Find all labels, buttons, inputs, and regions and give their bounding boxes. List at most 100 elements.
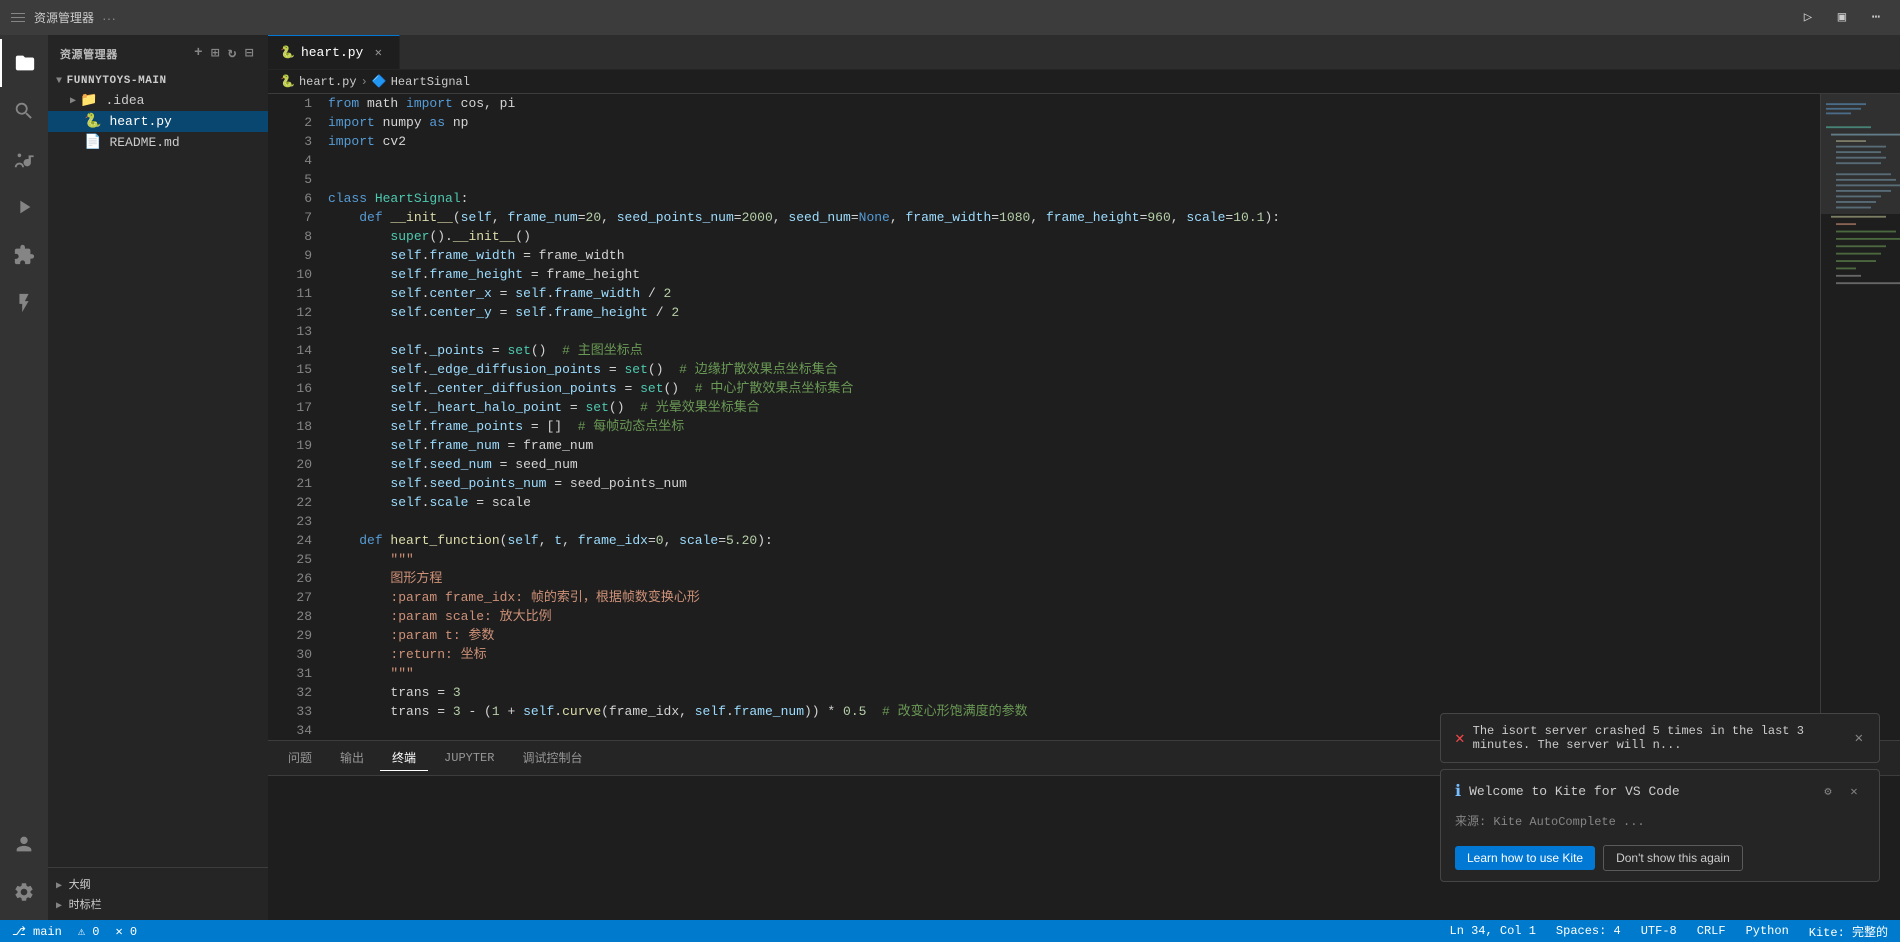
dont-show-again-button[interactable]: Don't show this again [1603,845,1743,871]
code-line-14: self._points = set() # 主图坐标点 [328,341,1820,360]
code-line-7: def __init__(self, frame_num=20, seed_po… [328,208,1820,227]
md-file-icon: 📄 [84,134,101,151]
activity-run[interactable] [0,183,48,231]
kite-info-icon: ℹ [1455,781,1461,801]
minimap-slider[interactable] [1821,94,1900,214]
kite-close-icon[interactable]: ✕ [1843,780,1865,802]
code-line-10: self.frame_height = frame_height [328,265,1820,284]
activity-bar [0,35,48,920]
notification-area: ✕ The isort server crashed 5 times in th… [1440,713,1880,882]
terminal-tab-jupyter[interactable]: JUPYTER [432,747,506,770]
activity-settings[interactable] [0,868,48,916]
status-language[interactable]: Python [1742,924,1793,938]
status-right: Ln 34, Col 1 Spaces: 4 UTF-8 CRLF Python… [1446,923,1893,940]
code-line-22: self.scale = scale [328,493,1820,512]
code-line-8: super().__init__() [328,227,1820,246]
code-content[interactable]: from math import cos, pi import numpy as… [320,94,1820,740]
sidebar-header: 资源管理器 + ⊞ ↻ ⊟ [48,35,268,72]
sidebar-title: 资源管理器 [60,46,118,62]
code-line-29: :param t: 参数 [328,626,1820,645]
code-line-15: self._edge_diffusion_points = set() # 边缘… [328,360,1820,379]
collapse-icon[interactable]: ⊟ [243,43,256,64]
sidebar-item-idea[interactable]: ▶ 📁 .idea [48,90,268,111]
error-notification-close[interactable]: ✕ [1853,728,1865,749]
code-line-4 [328,151,1820,170]
status-warnings[interactable]: ✕ 0 [111,924,141,939]
run-button[interactable]: ▷ [1794,4,1822,32]
title-bar-text: 资源管理器 [34,9,94,26]
code-line-6: class HeartSignal: [328,189,1820,208]
python-file-icon: 🐍 [84,113,101,130]
explorer-title-icon [10,10,26,26]
code-line-24: def heart_function(self, t, frame_idx=0,… [328,531,1820,550]
terminal-tab-terminal[interactable]: 终端 [380,745,428,771]
code-line-16: self._center_diffusion_points = set() # … [328,379,1820,398]
code-line-2: import numpy as np [328,113,1820,132]
kite-source-text: 来源: Kite AutoComplete ... [1455,815,1645,829]
title-bar-left: 资源管理器 ··· [10,9,1794,26]
activity-explorer[interactable] [0,39,48,87]
sidebar-footer-timeline[interactable]: ▶ 时标栏 [56,894,260,914]
status-position[interactable]: Ln 34, Col 1 [1446,924,1540,938]
title-bar-right: ▷ ▣ ⋯ [1794,4,1890,32]
status-encoding[interactable]: UTF-8 [1637,924,1681,938]
outline-label: 大纲 [69,880,91,892]
tab-heartpy[interactable]: 🐍 heart.py ✕ [268,35,400,69]
code-line-20: self.seed_num = seed_num [328,455,1820,474]
terminal-tab-debug[interactable]: 调试控制台 [510,745,594,771]
kite-settings-icon[interactable]: ⚙ [1817,780,1839,802]
split-editor-button[interactable]: ▣ [1828,4,1856,32]
status-eol[interactable]: CRLF [1693,924,1730,938]
sidebar: 资源管理器 + ⊞ ↻ ⊟ ▼ FUNNYTOYS-MAIN ▶ 📁 .idea… [48,35,268,920]
status-branch[interactable]: ⎇ main [8,924,66,939]
code-line-21: self.seed_points_num = seed_points_num [328,474,1820,493]
sidebar-item-heartpy[interactable]: 🐍 heart.py [48,111,268,132]
sidebar-item-label-readme: README.md [109,135,179,150]
code-editor[interactable]: 1 2 3 4 5 6 7 8 9 10 11 12 13 14 15 16 1… [268,94,1900,740]
status-errors[interactable]: ⚠ 0 [74,924,104,939]
sidebar-item-readme[interactable]: 📄 README.md [48,132,268,153]
kite-notification-controls: ⚙ ✕ [1817,780,1865,802]
sidebar-footer-outline[interactable]: ▶ 大纲 [56,874,260,894]
breadcrumb-class-icon: 🔷 [372,74,387,89]
code-line-31: """ [328,664,1820,683]
sidebar-bottom [48,153,268,867]
activity-search[interactable] [0,87,48,135]
activity-account[interactable] [0,820,48,868]
title-bar-more[interactable]: ··· [102,10,116,26]
breadcrumb: 🐍 heart.py › 🔷 HeartSignal [268,70,1900,94]
code-line-28: :param scale: 放大比例 [328,607,1820,626]
code-line-19: self.frame_num = frame_num [328,436,1820,455]
activity-bottom [0,820,48,916]
code-line-9: self.frame_width = frame_width [328,246,1820,265]
kite-notification-actions: Learn how to use Kite Don't show this ag… [1441,839,1879,881]
code-line-13 [328,322,1820,341]
code-line-27: :param frame_idx: 帧的索引，根据帧数变换心形 [328,588,1820,607]
status-kite[interactable]: Kite: 完整的 [1805,923,1892,940]
chevron-right-icon: ▶ [70,95,76,107]
status-spaces[interactable]: Spaces: 4 [1552,924,1625,938]
refresh-icon[interactable]: ↻ [226,43,239,64]
activity-extensions[interactable] [0,231,48,279]
activity-source-control[interactable] [0,135,48,183]
terminal-tab-output[interactable]: 输出 [328,745,376,771]
new-file-icon[interactable]: + [192,43,205,64]
breadcrumb-file[interactable]: heart.py [299,75,357,89]
project-section-header[interactable]: ▼ FUNNYTOYS-MAIN [48,72,268,90]
terminal-tab-problems[interactable]: 问题 [276,745,324,771]
breadcrumb-class[interactable]: HeartSignal [391,75,470,89]
tab-py-icon: 🐍 [280,45,295,60]
new-folder-icon[interactable]: ⊞ [209,43,222,64]
activity-test[interactable] [0,279,48,327]
chevron-right-outline-icon: ▶ [56,881,62,892]
more-button[interactable]: ⋯ [1862,4,1890,32]
code-line-5 [328,170,1820,189]
tab-close-heartpy[interactable]: ✕ [369,44,387,62]
tab-label-heartpy: heart.py [301,45,363,60]
learn-kite-button[interactable]: Learn how to use Kite [1455,846,1595,870]
title-bar: 资源管理器 ··· ▷ ▣ ⋯ [0,0,1900,35]
code-line-30: :return: 坐标 [328,645,1820,664]
sidebar-header-icons: + ⊞ ↻ ⊟ [192,43,256,64]
code-line-23 [328,512,1820,531]
chevron-down-icon: ▼ [56,76,63,87]
